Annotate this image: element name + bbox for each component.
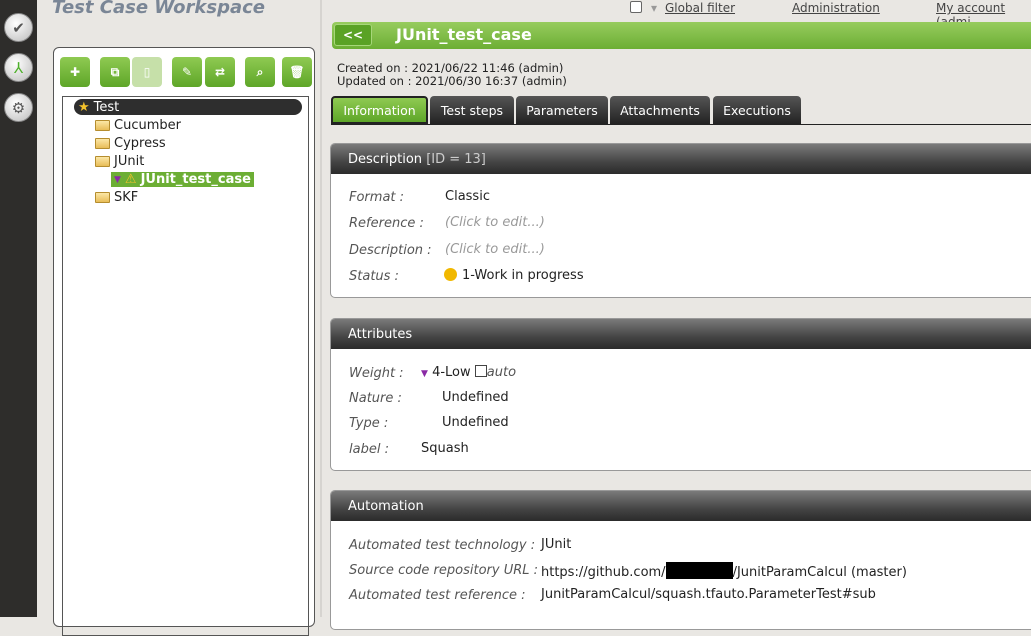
tree-panel: ✚ ⧉ ▯ ✎ ⇄ ⌕ 🗑 ★ Test Cucumber Cypress JUn… [53,47,315,636]
type-label: Type : [349,416,389,431]
folder-icon [95,156,110,167]
ref-value[interactable]: JunitParamCalcul/squash.tfauto.Parameter… [541,587,876,602]
status-value[interactable]: 1-Work in progress [444,268,584,283]
left-nav-bar: ✔ ⅄ ⚙ [0,0,37,617]
test-case-title: JUnit_test_case [396,25,532,44]
tree-test-case-selected[interactable]: ▼ ⚠ JUnit_test_case [111,172,254,187]
format-label: Format : [349,190,405,205]
url-value[interactable]: https://github.com//JunitParamCalcul (ma… [541,562,907,580]
tech-value[interactable]: JUnit [541,537,571,552]
warning-icon: ⚠ [124,172,137,187]
move-button[interactable]: ⇄ [205,57,235,87]
check-icon[interactable]: ✔ [4,13,33,42]
type-value[interactable]: Undefined [442,415,509,430]
add-button[interactable]: ✚ [60,57,90,87]
reference-field[interactable]: (Click to edit...) [445,215,545,230]
search-button[interactable]: ⌕ [245,57,275,87]
test-case-tree: ★ Test Cucumber Cypress JUnit ▼ ⚠ JUnit_tes… [62,96,309,636]
description-panel: Description [ID = 13] Format : Classic Re… [330,143,1031,298]
workspace-title: Test Case Workspace [52,0,266,18]
description-header[interactable]: Description [ID = 13] [331,144,1031,174]
description-field[interactable]: (Click to edit...) [445,242,545,257]
folder-icon [95,138,110,149]
attributes-header[interactable]: Attributes [331,319,1031,349]
rename-button[interactable]: ✎ [172,57,202,87]
weight-low-icon: ▼ [114,174,121,185]
gears-icon[interactable]: ⚙ [4,93,33,122]
weight-label: Weight : [349,366,404,381]
back-button[interactable]: << [334,24,372,46]
tree-folder[interactable]: Cypress [95,136,166,151]
format-value[interactable]: Classic [445,189,490,204]
global-filter-link[interactable]: Global filter [665,1,735,15]
nature-value[interactable]: Undefined [442,390,509,405]
tab-bar: Information Test steps Parameters Attach… [331,96,1031,125]
test-case-header: << JUnit_test_case [332,22,1031,49]
automation-header[interactable]: Automation [331,491,1031,521]
tree-folder[interactable]: Cucumber [95,118,181,133]
automation-panel: Automation Automated test technology : JU… [330,490,1031,630]
global-filter-checkbox[interactable] [630,1,642,13]
status-dot-icon [444,268,457,281]
tab-test-steps[interactable]: Test steps [430,96,514,124]
description-label: Description : [349,243,432,258]
url-label: Source code repository URL : [349,563,539,578]
delete-button[interactable]: 🗑 [282,57,312,87]
copy-button[interactable]: ⧉ [100,57,130,87]
tab-information[interactable]: Information [331,96,428,124]
administration-link[interactable]: Administration [792,1,880,15]
tab-parameters[interactable]: Parameters [516,96,608,124]
tree-folder[interactable]: SKF [95,190,138,205]
weight-value[interactable]: ▼ 4-Low auto [421,365,516,380]
nature-label: Nature : [349,391,402,406]
filter-icon: ▾ [651,1,658,15]
star-icon: ★ [78,99,90,115]
updated-on: Updated on : 2021/06/30 16:37 (admin) [337,74,567,88]
attributes-panel: Attributes Weight : ▼ 4-Low auto Nature … [330,318,1031,471]
tech-label: Automated test technology : [349,538,536,553]
splitter[interactable] [320,0,322,617]
paste-button[interactable]: ▯ [132,57,162,87]
folder-icon [95,192,110,203]
label-label: label : [349,442,389,457]
created-on: Created on : 2021/06/22 11:46 (admin) [337,61,564,75]
tab-executions[interactable]: Executions [713,96,801,124]
folder-icon [95,120,110,131]
tree-folder[interactable]: JUnit [95,154,144,169]
ref-label: Automated test reference : [349,588,526,603]
redacted-block [665,562,733,579]
auto-checkbox[interactable] [474,365,487,377]
status-label: Status : [349,269,399,284]
hierarchy-icon[interactable]: ⅄ [4,53,33,82]
tab-attachments[interactable]: Attachments [610,96,710,124]
weight-low-icon: ▼ [421,369,428,379]
reference-label: Reference : [349,216,424,231]
label-value[interactable]: Squash [421,441,469,456]
tree-root[interactable]: ★ Test [74,99,302,115]
